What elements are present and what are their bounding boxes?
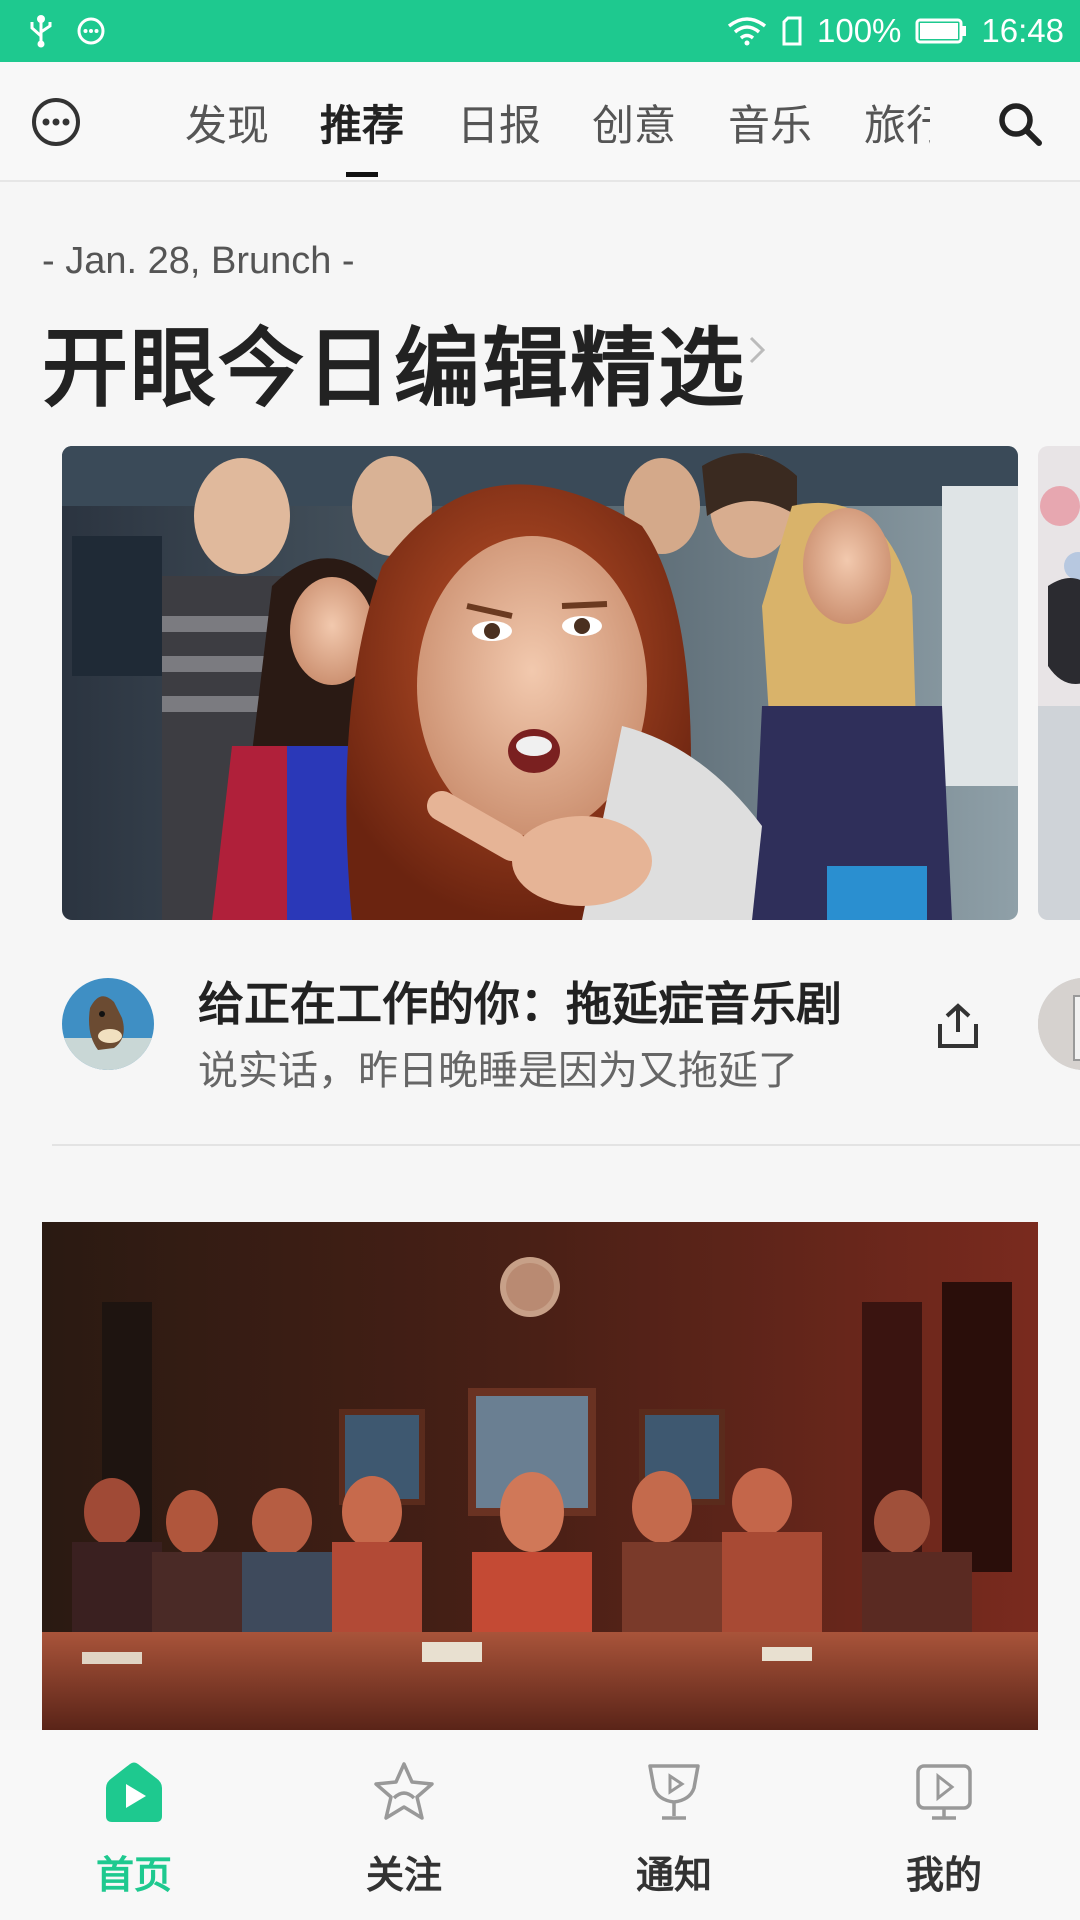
featured-card-info[interactable]: 给正在工作的你：拖延症音乐剧 说实话，昨日晚睡是因为又拖延了 xyxy=(62,968,1080,1094)
nav-home-label: 首页 xyxy=(95,1853,172,1897)
tab-recommended[interactable]: 推荐 xyxy=(320,92,404,153)
more-icon xyxy=(32,98,80,146)
home-icon xyxy=(106,1762,162,1822)
next-author-avatar[interactable] xyxy=(1038,978,1080,1070)
nav-follow[interactable]: 关注 xyxy=(304,1760,504,1900)
app-screen: 100% 16:48 发现 推荐 日报 创意 音乐 旅行 - Jan. 28, … xyxy=(0,0,1080,1920)
message-icon xyxy=(76,16,106,46)
bottom-nav: 首页 关注 通知 我的 xyxy=(0,1730,1080,1920)
top-nav: 发现 推荐 日报 创意 音乐 旅行 xyxy=(0,62,1080,182)
nav-home[interactable]: 首页 xyxy=(34,1760,234,1900)
tab-music[interactable]: 音乐 xyxy=(728,92,812,153)
wifi-icon xyxy=(727,16,767,46)
category-tabs: 发现 推荐 日报 创意 音乐 旅行 xyxy=(150,62,930,180)
tab-discover[interactable]: 发现 xyxy=(185,92,269,153)
sim-icon xyxy=(781,16,803,46)
featured-video-thumbnail[interactable] xyxy=(62,446,1018,920)
nav-notifications[interactable]: 通知 xyxy=(574,1760,774,1900)
search-icon xyxy=(999,103,1042,146)
status-right: 100% 16:48 xyxy=(727,0,1064,62)
divider xyxy=(52,1144,1080,1146)
battery-icon xyxy=(915,17,967,45)
share-icon xyxy=(938,1003,978,1048)
nav-profile[interactable]: 我的 xyxy=(844,1760,1044,1900)
profile-icon xyxy=(916,1764,972,1820)
usb-icon xyxy=(28,14,54,48)
tab-daily[interactable]: 日报 xyxy=(457,92,541,153)
share-button[interactable] xyxy=(934,1002,982,1050)
author-avatar[interactable] xyxy=(62,978,154,1070)
nav-notifications-label: 通知 xyxy=(635,1853,712,1897)
search-button[interactable] xyxy=(996,100,1044,148)
active-tab-indicator xyxy=(346,172,378,177)
battery-percent: 100% xyxy=(817,12,902,49)
trophy-icon xyxy=(648,1764,700,1820)
tab-travel[interactable]: 旅行 xyxy=(864,92,930,153)
video-subtitle: 说实话，昨日晚睡是因为又拖延了 xyxy=(198,1048,798,1094)
clock: 16:48 xyxy=(981,12,1064,49)
next-video-thumbnail[interactable] xyxy=(1038,446,1080,920)
nav-follow-label: 关注 xyxy=(365,1853,442,1897)
tab-creative[interactable]: 创意 xyxy=(592,92,676,153)
chevron-right-icon[interactable] xyxy=(746,332,770,368)
status-bar: 100% 16:48 xyxy=(0,0,1080,62)
second-video-thumbnail[interactable] xyxy=(42,1222,1038,1730)
section-title[interactable]: 开眼今日编辑精选 xyxy=(42,298,746,423)
status-left xyxy=(28,0,106,62)
star-icon xyxy=(374,1762,434,1820)
video-title[interactable]: 给正在工作的你：拖延症音乐剧 xyxy=(198,968,842,1034)
more-menu-button[interactable] xyxy=(30,96,82,148)
nav-profile-label: 我的 xyxy=(905,1853,982,1897)
section-date: - Jan. 28, Brunch - xyxy=(42,240,355,282)
